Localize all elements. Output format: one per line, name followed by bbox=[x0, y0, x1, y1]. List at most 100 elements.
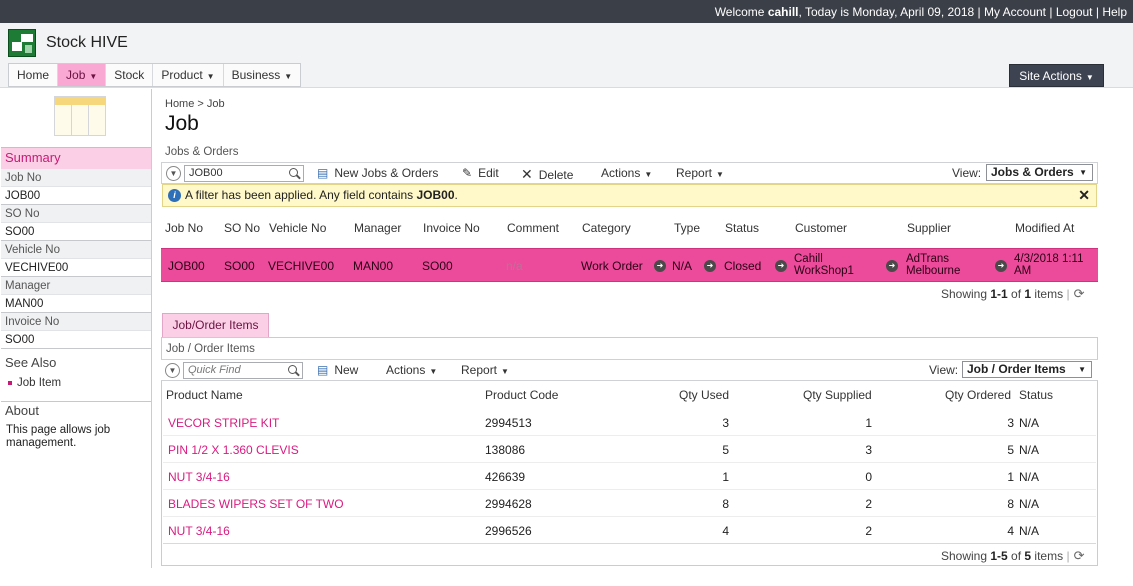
logout-link[interactable]: Logout bbox=[1056, 5, 1093, 19]
cell-job-no: JOB00 bbox=[168, 259, 205, 273]
see-also-job-item-link[interactable]: Job Item bbox=[8, 377, 61, 389]
col-product-code[interactable]: Product Code bbox=[485, 388, 558, 402]
collapse-chevron-icon[interactable]: ▼ bbox=[166, 166, 181, 181]
nav-job[interactable]: Job ▼ bbox=[58, 64, 107, 86]
edit-label: Edit bbox=[478, 166, 499, 180]
cell-so-no: SO00 bbox=[224, 259, 255, 273]
tab-job-order-items[interactable]: Job/Order Items bbox=[162, 313, 269, 337]
breadcrumb-current[interactable]: Job bbox=[207, 98, 225, 110]
cell-qty-supplied: 3 bbox=[865, 443, 872, 457]
jobs-search-input[interactable]: JOB00 bbox=[184, 165, 304, 182]
arrow-right-icon[interactable]: ➜ bbox=[654, 260, 666, 272]
table-row[interactable]: JOB00 SO00 VECHIVE00 MAN00 SO00 n/a Work… bbox=[161, 248, 1098, 282]
cell-qty-supplied: 2 bbox=[865, 524, 872, 538]
nav-label: Business bbox=[231, 68, 281, 82]
col-comment[interactable]: Comment bbox=[507, 221, 559, 235]
search-icon[interactable] bbox=[288, 365, 297, 374]
items-view-select[interactable]: Job / Order Items ▼ bbox=[962, 361, 1092, 378]
delete-button[interactable]: ✕ Delete bbox=[521, 166, 573, 183]
cell-product-name[interactable]: NUT 3/4-16 bbox=[168, 524, 230, 538]
col-invoice-no[interactable]: Invoice No bbox=[423, 221, 480, 235]
refresh-icon[interactable]: ⟳ bbox=[1074, 548, 1085, 564]
main-nav: Home Job ▼ Stock Product ▼ Business ▼ bbox=[8, 63, 302, 87]
cell-qty-ordered: 1 bbox=[1007, 470, 1014, 484]
arrow-right-icon[interactable]: ➜ bbox=[886, 260, 898, 272]
caret-down-icon: ▼ bbox=[644, 170, 653, 179]
jobs-view-select[interactable]: Jobs & Orders ▼ bbox=[986, 164, 1093, 181]
col-manager[interactable]: Manager bbox=[354, 221, 401, 235]
cell-status: N/A bbox=[1019, 416, 1040, 430]
pager-prefix: Showing bbox=[941, 287, 991, 301]
nav-home[interactable]: Home bbox=[9, 64, 59, 86]
info-icon: i bbox=[168, 189, 181, 202]
nav-stock[interactable]: Stock bbox=[106, 64, 154, 86]
quick-find-input[interactable]: Quick Find bbox=[183, 362, 303, 379]
report-menu[interactable]: Report ▼ bbox=[461, 363, 509, 377]
collapse-chevron-icon[interactable]: ▼ bbox=[165, 363, 180, 378]
nav-product[interactable]: Product ▼ bbox=[153, 64, 224, 86]
customer-line2: WorkShop1 bbox=[794, 265, 854, 277]
cell-category: Work Order bbox=[581, 259, 643, 273]
site-actions-button[interactable]: Site Actions ▼ bbox=[1009, 64, 1104, 87]
actions-menu[interactable]: Actions ▼ bbox=[386, 363, 437, 377]
cell-qty-used: 4 bbox=[722, 524, 729, 538]
cell-product-code: 2994628 bbox=[485, 497, 532, 511]
col-qty-ordered[interactable]: Qty Ordered bbox=[945, 388, 1011, 402]
arrow-right-icon[interactable]: ➜ bbox=[995, 260, 1007, 272]
cell-product-code: 426639 bbox=[485, 470, 526, 484]
cell-qty-supplied: 0 bbox=[865, 470, 872, 484]
app-logo-icon[interactable] bbox=[8, 29, 36, 57]
new-item-button[interactable]: ▤ New bbox=[317, 363, 358, 377]
nav-business[interactable]: Business ▼ bbox=[224, 64, 301, 86]
refresh-icon[interactable]: ⟳ bbox=[1074, 286, 1085, 302]
col-vehicle-no[interactable]: Vehicle No bbox=[269, 221, 326, 235]
delete-icon: ✕ bbox=[521, 166, 533, 182]
close-filter-icon[interactable]: ✕ bbox=[1078, 185, 1090, 206]
col-supplier[interactable]: Supplier bbox=[907, 221, 951, 235]
my-account-link[interactable]: My Account bbox=[984, 5, 1046, 19]
new-jobs-orders-button[interactable]: ▤ New Jobs & Orders bbox=[317, 166, 438, 180]
arrow-right-icon[interactable]: ➜ bbox=[704, 260, 716, 272]
col-modified-at[interactable]: Modified At bbox=[1015, 221, 1074, 235]
col-customer[interactable]: Customer bbox=[795, 221, 847, 235]
cell-product-name[interactable]: VECOR STRIPE KIT bbox=[168, 416, 279, 430]
caret-down-icon: ▼ bbox=[501, 367, 509, 376]
cell-product-code: 2996526 bbox=[485, 524, 532, 538]
summary-value-so-no: SO00 bbox=[1, 223, 151, 241]
col-job-no[interactable]: Job No bbox=[165, 221, 203, 235]
col-so-no[interactable]: SO No bbox=[224, 221, 260, 235]
separator: | bbox=[1092, 4, 1103, 19]
supplier-line2: Melbourne bbox=[906, 265, 961, 277]
cell-product-name[interactable]: PIN 1/2 X 1.360 CLEVIS bbox=[168, 443, 299, 457]
report-label: Report bbox=[676, 166, 713, 180]
arrow-right-icon[interactable]: ➜ bbox=[775, 260, 787, 272]
col-category[interactable]: Category bbox=[582, 221, 631, 235]
summary-label-manager: Manager bbox=[1, 277, 151, 295]
cell-qty-ordered: 8 bbox=[1007, 497, 1014, 511]
col-product-name[interactable]: Product Name bbox=[166, 388, 243, 402]
actions-label: Actions bbox=[386, 363, 426, 377]
breadcrumb-home-link[interactable]: Home bbox=[165, 98, 194, 110]
cell-qty-supplied: 1 bbox=[865, 416, 872, 430]
col-qty-used[interactable]: Qty Used bbox=[679, 388, 729, 402]
cell-product-name[interactable]: BLADES WIPERS SET OF TWO bbox=[168, 497, 344, 511]
report-menu[interactable]: Report ▼ bbox=[676, 166, 724, 180]
search-icon[interactable] bbox=[289, 168, 298, 177]
col-type[interactable]: Type bbox=[674, 221, 700, 235]
summary-label-invoice-no: Invoice No bbox=[1, 313, 151, 331]
pager-suffix: items bbox=[1031, 287, 1064, 301]
caret-down-icon: ▼ bbox=[206, 72, 215, 81]
search-placeholder: Quick Find bbox=[188, 364, 241, 376]
actions-menu[interactable]: Actions ▼ bbox=[601, 166, 652, 180]
col-status[interactable]: Status bbox=[725, 221, 759, 235]
edit-button[interactable]: ✎ Edit bbox=[462, 166, 499, 180]
col-status[interactable]: Status bbox=[1019, 388, 1053, 402]
see-also-heading: See Also bbox=[5, 355, 57, 370]
cell-invoice-no: SO00 bbox=[422, 259, 453, 273]
app-name[interactable]: Stock HIVE bbox=[46, 34, 128, 52]
help-link[interactable]: Help bbox=[1102, 5, 1127, 19]
col-qty-supplied[interactable]: Qty Supplied bbox=[803, 388, 872, 402]
cell-product-name[interactable]: NUT 3/4-16 bbox=[168, 470, 230, 484]
jobs-toolbar: ▼ JOB00 ▤ New Jobs & Orders ✎ Edit ✕ Delete… bbox=[161, 162, 1098, 184]
cell-qty-supplied: 2 bbox=[865, 497, 872, 511]
